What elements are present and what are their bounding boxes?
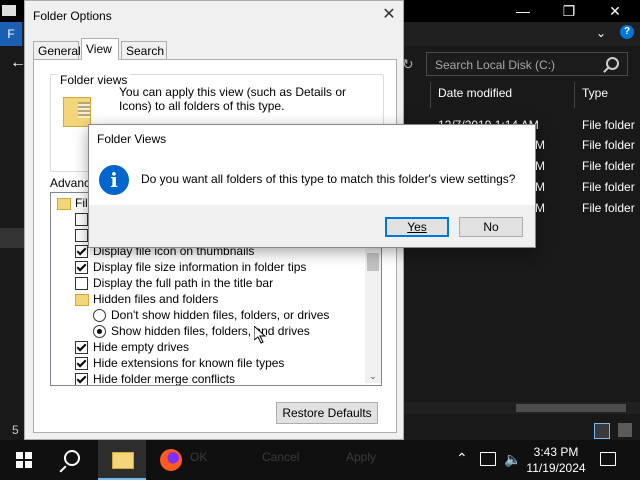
- horizontal-scrollbar[interactable]: [404, 402, 640, 414]
- date-cell: M: [535, 201, 545, 215]
- firefox-taskbar-button[interactable]: [148, 440, 196, 480]
- list-item-label: Hide empty drives: [93, 340, 190, 354]
- faded-apply-text: Apply: [346, 450, 377, 464]
- scroll-thumb[interactable]: [516, 404, 626, 412]
- column-header-type[interactable]: Type: [582, 86, 608, 100]
- list-item-label: Don't show hidden files, folders, or dri…: [111, 308, 330, 322]
- checkbox[interactable]: [75, 341, 88, 354]
- no-button[interactable]: No: [459, 217, 523, 237]
- type-cell: File folder: [582, 180, 635, 194]
- message-title: Folder Views: [97, 132, 167, 146]
- chevron-up-icon[interactable]: ⌃: [456, 450, 468, 467]
- faded-ok-text: OK: [190, 450, 208, 464]
- type-cell: File folder: [582, 138, 635, 152]
- restore-defaults-button[interactable]: Restore Defaults: [276, 402, 378, 424]
- clock[interactable]: 3:43 PM 11/19/2024: [526, 442, 586, 478]
- folder-icon: [112, 452, 134, 469]
- chevron-down-icon[interactable]: ⌄: [367, 371, 379, 381]
- large-icons-view-icon[interactable]: [618, 423, 632, 437]
- close-icon[interactable]: ✕: [592, 0, 638, 22]
- search-placeholder: Search Local Disk (C:): [435, 58, 556, 72]
- explorer-app-icon: [2, 5, 16, 16]
- clock-date: 11/19/2024: [526, 461, 586, 475]
- clock-time: 3:43 PM: [533, 445, 579, 459]
- checkbox[interactable]: [75, 261, 88, 274]
- yes-button-label: Yes: [407, 220, 427, 234]
- checkbox[interactable]: [75, 229, 88, 242]
- file-explorer-taskbar-button[interactable]: [98, 440, 146, 480]
- column-header-date-modified[interactable]: Date modified: [438, 86, 512, 100]
- chevron-down-icon[interactable]: ⌄: [596, 26, 606, 40]
- message-body: i Do you want all folders of this type t…: [89, 153, 535, 205]
- faded-cancel-text: Cancel: [262, 450, 300, 464]
- group-description: You can apply this view (such as Details…: [119, 85, 347, 113]
- nav-pane-selected: [0, 228, 24, 248]
- list-item-label: Hide extensions for known file types: [93, 356, 285, 370]
- column-separator: [430, 82, 431, 108]
- item-count: 5: [12, 423, 19, 437]
- folder-icon: [75, 294, 89, 306]
- search-icon: [64, 450, 80, 466]
- yes-button[interactable]: Yes: [385, 217, 449, 237]
- checkbox[interactable]: [75, 277, 88, 290]
- firefox-icon: [160, 449, 182, 471]
- list-item-label: Hidden files and folders: [93, 292, 219, 306]
- windows-icon: [16, 452, 32, 468]
- start-button[interactable]: [0, 440, 48, 480]
- folder-views-icon: [63, 97, 91, 127]
- checkbox[interactable]: [75, 357, 88, 370]
- network-icon[interactable]: [480, 452, 496, 466]
- search-icon-handle: [59, 465, 67, 473]
- no-button-label: No: [483, 220, 499, 234]
- tab-general[interactable]: General: [33, 41, 81, 59]
- search-icon: [606, 57, 619, 70]
- close-icon[interactable]: ✕: [379, 5, 399, 25]
- tab-view[interactable]: View: [81, 38, 119, 60]
- date-cell: M: [535, 138, 545, 152]
- tab-search[interactable]: Search: [121, 41, 167, 59]
- checkbox[interactable]: [75, 245, 88, 258]
- volume-icon[interactable]: 🔈: [504, 451, 521, 468]
- type-cell: File folder: [582, 159, 635, 173]
- column-separator: [574, 82, 575, 108]
- date-cell: M: [535, 159, 545, 173]
- dialog-title: Folder Options: [33, 9, 112, 23]
- folder-icon: [57, 198, 71, 210]
- checkbox[interactable]: [75, 213, 88, 226]
- type-cell: File folder: [582, 118, 635, 132]
- details-view-icon[interactable]: [594, 423, 610, 439]
- minimize-icon[interactable]: —: [500, 0, 546, 22]
- scroll-thumb[interactable]: [367, 253, 379, 271]
- radio-button[interactable]: [93, 309, 106, 322]
- help-icon[interactable]: ?: [620, 25, 634, 39]
- search-button[interactable]: [48, 440, 96, 480]
- maximize-icon[interactable]: ❐: [546, 0, 592, 22]
- type-cell: File folder: [582, 201, 635, 215]
- message-text: Do you want all folders of this type to …: [141, 172, 516, 186]
- taskbar: OK Cancel Apply ⌃ 🔈 3:43 PM 11/19/2024: [0, 440, 640, 480]
- checkbox[interactable]: [75, 373, 88, 385]
- notification-icon[interactable]: [600, 452, 616, 466]
- mouse-cursor-icon: [254, 326, 266, 344]
- info-icon: i: [99, 165, 129, 195]
- folder-views-message-box: Folder Views i Do you want all folders o…: [88, 124, 536, 248]
- file-tab[interactable]: F: [0, 22, 22, 46]
- list-item-label: Hide folder merge conflicts: [93, 372, 236, 386]
- radio-button[interactable]: [93, 325, 106, 338]
- list-item-label: Display file size information in folder …: [93, 260, 307, 274]
- list-item-label: Display the full path in the title bar: [93, 276, 274, 290]
- search-input[interactable]: Search Local Disk (C:): [426, 52, 628, 76]
- list-item-label: Show hidden files, folders, and drives: [111, 324, 310, 338]
- message-titlebar: Folder Views: [89, 125, 535, 153]
- date-cell: M: [535, 180, 545, 194]
